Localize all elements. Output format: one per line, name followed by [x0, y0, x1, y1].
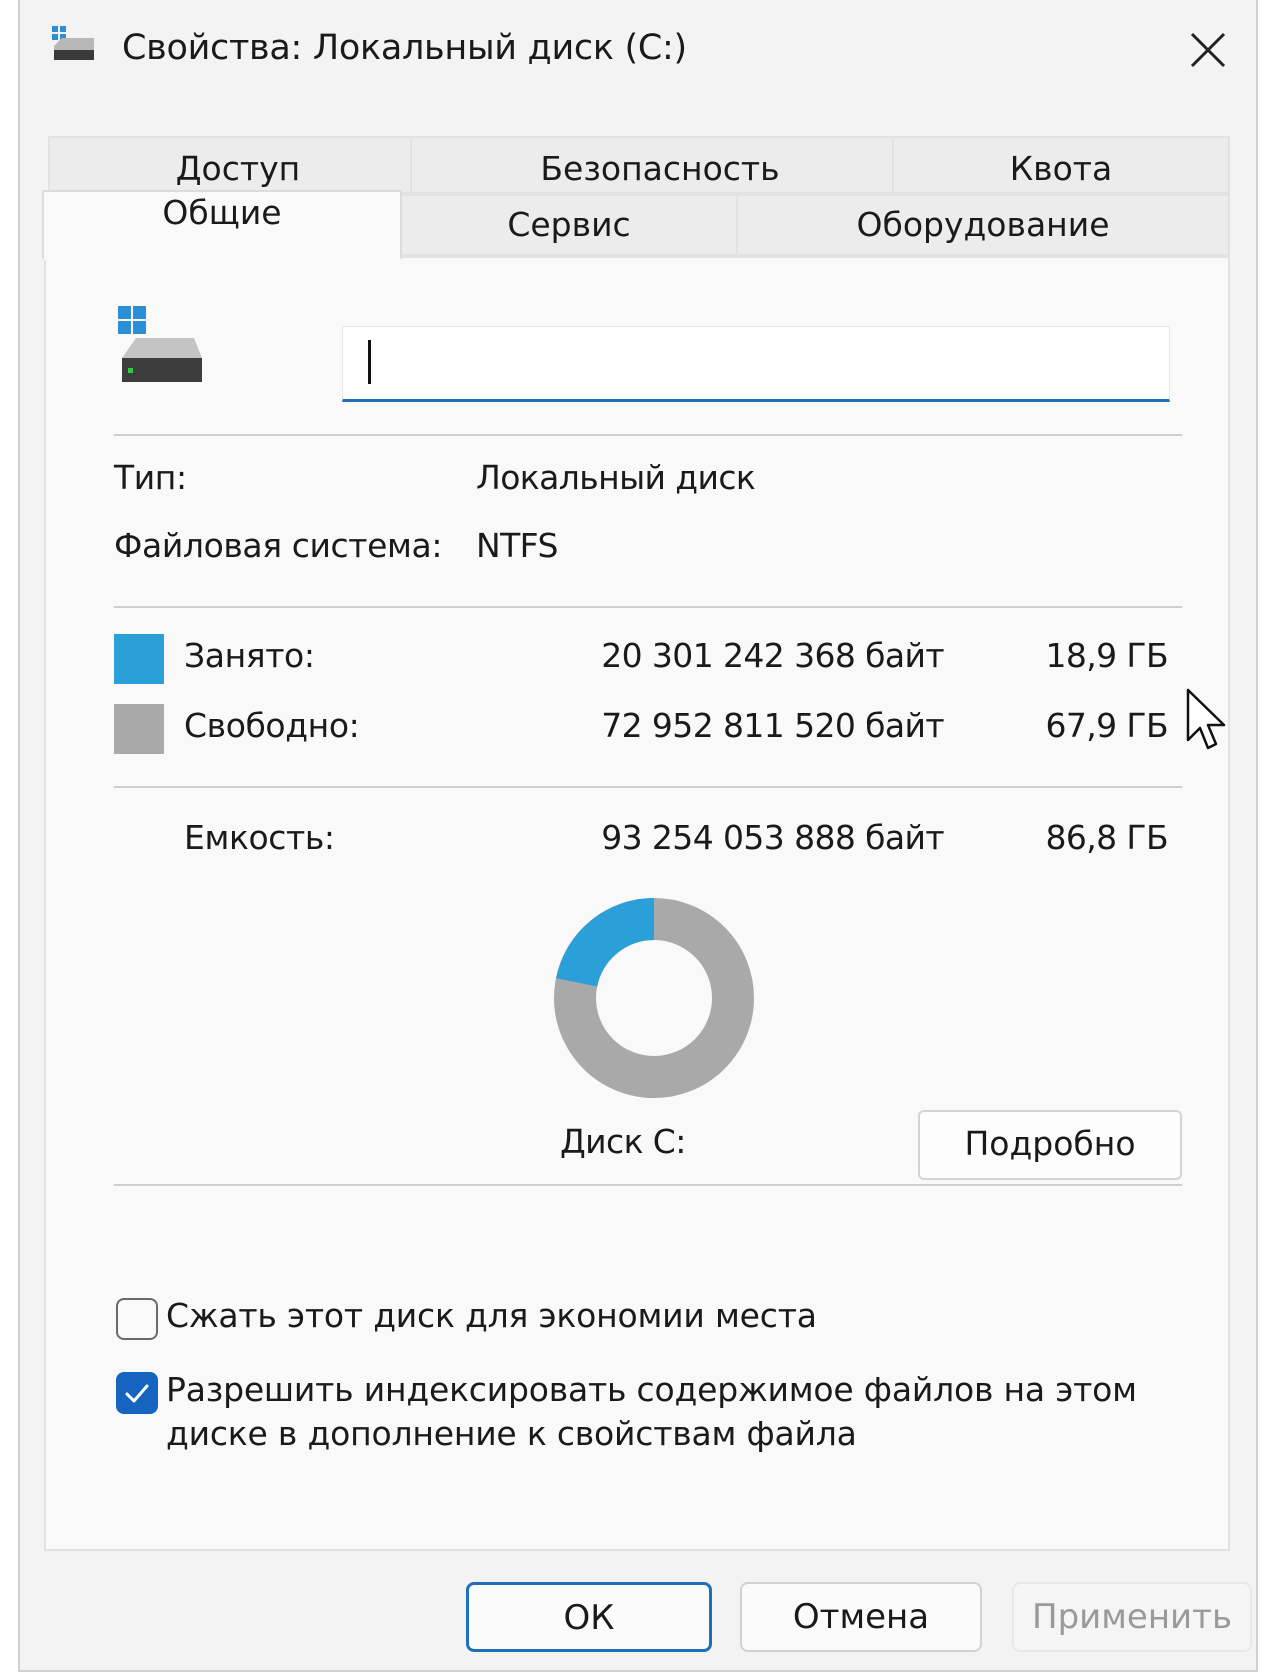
index-checkbox[interactable]	[116, 1372, 158, 1414]
used-label: Занято:	[184, 636, 315, 675]
windows-drive-icon	[118, 306, 202, 382]
used-color-swatch	[114, 634, 164, 684]
tab-label: Общие	[162, 193, 282, 232]
type-value: Локальный диск	[476, 458, 756, 497]
tab-label: Квота	[1009, 149, 1113, 188]
type-label: Тип:	[114, 458, 187, 497]
filesystem-label: Файловая система:	[114, 526, 443, 565]
capacity-gb: 86,8 ГБ	[1045, 818, 1168, 857]
divider	[114, 1184, 1182, 1186]
free-bytes: 72 952 811 520 байт	[601, 706, 944, 745]
index-label[interactable]: Разрешить индексировать содержимое файло…	[166, 1368, 1166, 1456]
free-color-swatch	[114, 704, 164, 754]
divider	[114, 434, 1182, 436]
drive-icon	[52, 26, 94, 60]
capacity-bytes: 93 254 053 888 байт	[601, 818, 944, 857]
properties-window: Свойства: Локальный диск (C:) Доступ Без…	[18, 0, 1258, 1672]
disk-usage-donut	[554, 898, 754, 1098]
title-bar[interactable]: Свойства: Локальный диск (C:)	[20, 0, 1256, 100]
free-gb: 67,9 ГБ	[1045, 706, 1168, 745]
mouse-pointer-icon	[1186, 688, 1226, 750]
tab-hardware[interactable]: Оборудование	[736, 194, 1230, 256]
checkmark-icon	[125, 1384, 149, 1403]
tab-security[interactable]: Безопасность	[410, 136, 910, 194]
free-label: Свободно:	[184, 706, 360, 745]
compress-checkbox[interactable]	[116, 1298, 158, 1340]
disk-label: Диск C:	[560, 1122, 686, 1161]
ok-button[interactable]: ОК	[466, 1582, 712, 1652]
general-panel: Тип: Локальный диск Файловая система: NT…	[44, 256, 1230, 1551]
capacity-label: Емкость:	[184, 818, 335, 857]
tab-access[interactable]: Доступ	[48, 136, 428, 194]
close-icon[interactable]	[1180, 22, 1236, 78]
text-caret	[368, 340, 371, 384]
tab-tools[interactable]: Сервис	[400, 194, 738, 256]
cancel-button[interactable]: Отмена	[740, 1582, 982, 1652]
tab-label: Сервис	[507, 205, 631, 244]
compress-label[interactable]: Сжать этот диск для экономии места	[166, 1294, 1166, 1338]
filesystem-value: NTFS	[476, 526, 558, 565]
tab-label: Безопасность	[540, 149, 780, 188]
window-title: Свойства: Локальный диск (C:)	[122, 28, 687, 68]
details-button[interactable]: Подробно	[918, 1110, 1182, 1180]
used-gb: 18,9 ГБ	[1045, 636, 1168, 675]
divider	[114, 786, 1182, 788]
drive-name-input[interactable]	[342, 326, 1170, 402]
used-bytes: 20 301 242 368 байт	[601, 636, 944, 675]
tab-general[interactable]: Общие	[42, 190, 402, 260]
tab-label: Оборудование	[856, 205, 1110, 244]
tab-quota[interactable]: Квота	[892, 136, 1230, 194]
apply-button[interactable]: Применить	[1012, 1582, 1252, 1652]
divider	[114, 606, 1182, 608]
